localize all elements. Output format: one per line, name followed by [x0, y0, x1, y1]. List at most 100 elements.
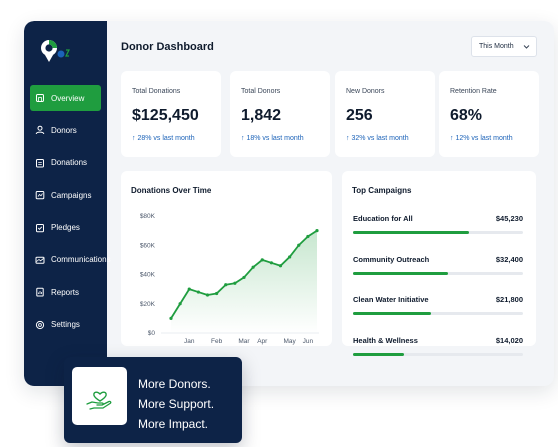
campaign-progress-fill: [353, 312, 432, 315]
y-tick-label: $0: [148, 330, 156, 337]
promo-line-impact: More Impact.: [138, 417, 209, 431]
data-point: [215, 291, 219, 296]
clipboard-icon: [35, 158, 45, 168]
x-tick-label: Apr: [257, 338, 268, 345]
campaign-progress-fill: [353, 271, 449, 275]
sidebar-item-campaigns[interactable]: Campaigns: [30, 182, 101, 208]
data-point: [196, 290, 200, 294]
x-tick-label: Mar: [238, 338, 250, 345]
promo-icon-tile: [72, 367, 127, 425]
stat-change: ↑ 18% vs last month: [241, 135, 304, 142]
campaign-amount: $21,800: [495, 295, 523, 304]
stat-value: $125,450: [132, 107, 199, 124]
data-point: [306, 234, 310, 239]
sidebar-item-label: Donors: [51, 125, 77, 135]
donations-line-chart: $0 $20K $40K $60K $80K Jan Feb Mar Apr May Jun: [140, 213, 319, 345]
data-point: [297, 243, 301, 247]
report-icon: [35, 287, 45, 297]
x-tick-label: Jan: [184, 338, 195, 345]
sidebar-item-reports[interactable]: Reports: [30, 279, 101, 305]
series-area: [171, 230, 317, 333]
stat-card-total-donors: Total Donors 1,842 ↑ 18% vs last month: [230, 71, 330, 157]
stat-change: ↑ 32% vs last month: [346, 135, 409, 142]
sidebar-item-label: Pledges: [51, 223, 80, 233]
home-icon: [35, 93, 45, 103]
date-range-value: This Month: [479, 43, 514, 50]
data-point: [233, 281, 237, 285]
y-tick-label: $60K: [140, 242, 156, 249]
data-point: [260, 258, 264, 262]
sidebar-item-label: Communications: [51, 255, 111, 265]
data-point: [251, 265, 255, 269]
gear-icon: [35, 320, 45, 330]
data-point: [224, 283, 228, 287]
sidebar-item-overview[interactable]: Overview: [30, 85, 101, 111]
campaign-row: Education for All $45,230: [353, 214, 523, 242]
sidebar-item-label: Campaigns: [51, 190, 92, 200]
heart-hand-icon: [86, 391, 112, 410]
stat-label: Retention Rate: [450, 88, 497, 95]
campaign-name: Community Outreach: [353, 254, 430, 264]
campaign-progress-track: [353, 231, 523, 234]
campaign-name: Clean Water Initiative: [353, 295, 429, 304]
campaign-progress-track: [353, 352, 523, 356]
sidebar-item-settings[interactable]: Settings: [30, 312, 101, 338]
promo-line-support: More Support.: [138, 397, 215, 411]
data-point: [205, 293, 210, 297]
data-point: [187, 287, 191, 291]
chevron-down-icon: [523, 45, 530, 49]
data-point: [242, 275, 246, 280]
sidebar-item-communications[interactable]: Communications: [30, 247, 111, 273]
campaign-progress-track: [353, 271, 523, 275]
x-tick-label: Jun: [303, 338, 314, 345]
campaign-row: Community Outreach $32,400: [353, 255, 523, 283]
campaign-amount: $45,230: [495, 214, 523, 223]
date-range-select[interactable]: This Month: [471, 36, 537, 57]
campaign-amount: $14,020: [495, 335, 523, 345]
data-point: [178, 302, 182, 306]
sidebar-item-pledges[interactable]: Pledges: [30, 215, 101, 241]
sidebar-nav: Overview Donors Donations Campaigns Pledges C…: [30, 85, 111, 344]
dashboard-window: Overview Donors Donations Campaigns Pledges C…: [24, 21, 554, 386]
x-tick-label: Feb: [211, 338, 223, 345]
stat-label: Total Donations: [132, 88, 181, 95]
stat-change: ↑ 28% vs last month: [132, 135, 195, 142]
campaign-name: Education for All: [353, 214, 413, 223]
campaign-icon: [35, 190, 45, 200]
stat-change: ↑ 12% vs last month: [450, 135, 513, 142]
data-point: [315, 229, 319, 233]
top-campaigns-panel: Top Campaigns Education for All $45,230 Co…: [342, 171, 536, 356]
campaign-row: Clean Water Initiative $21,800: [353, 295, 523, 323]
stat-label: New Donors: [346, 88, 385, 95]
campaign-row: Health & Wellness $14,020: [353, 336, 523, 364]
stat-value: 68%: [450, 107, 483, 124]
campaign-progress-fill: [353, 352, 404, 356]
y-tick-label: $20K: [140, 301, 156, 308]
campaign-name: Health & Wellness: [353, 335, 418, 345]
data-point: [288, 255, 292, 259]
data-point: [169, 316, 173, 320]
stat-card-total-donations: Total Donations $125,450 ↑ 28% vs last m…: [121, 71, 221, 157]
sidebar-item-donors[interactable]: Donors: [30, 117, 101, 143]
campaign-progress-track: [353, 312, 523, 315]
promo-card: More Donors. More Support. More Impact.: [64, 357, 242, 443]
y-tick-label: $40K: [140, 272, 156, 279]
main-content: Donor Dashboard This Month Total Donatio…: [107, 21, 554, 386]
stat-value: 256: [346, 107, 373, 124]
sidebar-item-donations[interactable]: Donations: [30, 150, 101, 176]
stat-value: 1,842: [241, 107, 282, 124]
stat-card-new-donors: New Donors 256 ↑ 32% vs last month: [335, 71, 435, 157]
promo-line-donors: More Donors.: [138, 377, 211, 391]
sidebar-item-label: Reports: [51, 287, 80, 297]
top-campaigns-title: Top Campaigns: [352, 186, 412, 195]
page-title: Donor Dashboard: [121, 41, 214, 53]
sidebar-item-label: Overview: [51, 93, 85, 103]
sidebar-item-label: Donations: [51, 158, 88, 168]
user-icon: [35, 125, 45, 135]
mail-icon: [35, 255, 45, 265]
stat-card-retention-rate: Retention Rate 68% ↑ 12% vs last month: [439, 71, 539, 157]
stat-label: Total Donors: [241, 88, 281, 95]
sidebar-item-label: Settings: [51, 320, 80, 330]
data-point: [269, 261, 273, 265]
donations-chart-panel: Donations Over Time $0 $20K $40K $60K $80K Ja…: [121, 171, 332, 346]
